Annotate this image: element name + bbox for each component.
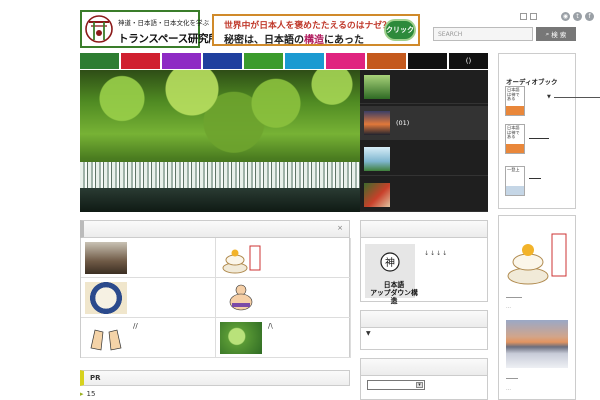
book-band <box>506 144 524 153</box>
clapping-hands-icon <box>90 329 122 351</box>
thumb-label: (01) <box>396 119 410 127</box>
divider <box>529 138 549 139</box>
sunrise-photo[interactable] <box>506 320 568 368</box>
kami-label: 日本語 アップダウン構造 <box>368 281 420 305</box>
sumo-wrestler-icon <box>229 284 253 311</box>
slider-thumb[interactable] <box>360 142 488 176</box>
kami-label-line2: アップダウン構造 <box>370 289 418 306</box>
widget-header <box>360 220 488 238</box>
nav-item[interactable] <box>326 53 365 69</box>
triangle-down-icon: ▼ <box>547 94 551 100</box>
grid-item-text: // <box>133 322 138 330</box>
twitter-icon[interactable]: t <box>573 12 582 21</box>
archive-select[interactable]: ▾ <box>367 380 425 390</box>
nav-item[interactable] <box>244 53 283 69</box>
widget-header <box>360 358 488 376</box>
widget-header <box>360 310 488 328</box>
category-nav: () <box>80 53 488 69</box>
grid-item[interactable] <box>216 278 351 318</box>
pr-list-item[interactable]: ▸ 15 <box>80 390 95 398</box>
divider <box>506 297 522 298</box>
banner-subline: 秘密は、日本語の構造にあった <box>224 31 364 46</box>
thumb-sky-image <box>364 147 390 171</box>
thumb-forest-image <box>364 75 390 99</box>
book-title: 日本語は神である <box>507 125 520 140</box>
promo-banner[interactable]: 世界中が日本人を褒めたたえるのはナゼ？ 秘密は、日本語の構造にあった クリック <box>212 14 420 46</box>
slider-thumb[interactable]: (01) <box>360 106 488 140</box>
search-input[interactable]: SEARCH <box>433 27 533 41</box>
audiobook-cover[interactable]: 日本語は神である <box>505 124 525 154</box>
thumb-sunset-image <box>364 111 390 135</box>
header-icons: ◉ t f <box>520 12 594 21</box>
waterfall <box>80 162 360 188</box>
search-button[interactable]: ⌕ 検 索 <box>536 27 576 41</box>
audiobook-cover[interactable]: 日本語は神である <box>505 86 525 116</box>
banner-headline: 世界中が日本人を褒めたたえるのはナゼ？ <box>224 21 391 31</box>
green-leaf-image <box>220 322 262 354</box>
pointer-line <box>554 97 600 98</box>
banner-subline-a: 秘密は、日本語の <box>224 35 304 46</box>
article-grid: // /\ <box>80 238 351 358</box>
list-widget <box>360 328 488 350</box>
pr-section-title: PR <box>80 370 350 386</box>
pr-item-text: 15 <box>86 390 96 398</box>
audiobook-cover[interactable]: 一登上 <box>505 166 525 196</box>
site-logo[interactable]: 神道・日本語・日本文化を学ぶ トランスペース研究所 <box>80 10 219 48</box>
book-band <box>506 186 524 195</box>
slider-thumbnails: (01) <box>360 70 488 212</box>
header-small-box-icon[interactable] <box>530 13 537 20</box>
close-icon[interactable]: × <box>337 224 343 232</box>
nav-item[interactable] <box>121 53 160 69</box>
nav-item[interactable] <box>408 53 447 69</box>
arrow-right-icon: ▸ <box>80 390 84 398</box>
banner-click-button[interactable]: クリック <box>384 19 416 41</box>
down-arrows: ↓↓↓↓ <box>424 250 449 257</box>
grid-item[interactable] <box>81 278 216 318</box>
banner-subline-b: にあった <box>324 35 364 46</box>
nav-item[interactable] <box>367 53 406 69</box>
kami-label-line1: 日本語 <box>383 281 405 289</box>
nav-item[interactable] <box>203 53 242 69</box>
nav-item[interactable] <box>80 53 119 69</box>
grid-item[interactable]: // <box>81 318 216 358</box>
calligraphy-image <box>85 282 127 314</box>
slider-thumb[interactable] <box>360 70 488 104</box>
grid-item[interactable] <box>216 238 351 278</box>
book-title: 日本語は神である <box>507 87 520 102</box>
slider-thumb[interactable] <box>360 178 488 212</box>
rss-icon[interactable]: ◉ <box>561 12 570 21</box>
search-button-label: 検 索 <box>551 31 567 39</box>
audiobook-title: オーディオブック <box>506 78 558 86</box>
divider <box>529 178 541 179</box>
grid-item-text: /\ <box>268 322 273 330</box>
kami-char: 神 <box>385 256 395 269</box>
grid-item[interactable] <box>81 238 216 278</box>
nav-item[interactable]: () <box>449 53 488 69</box>
bullet: … <box>506 304 511 310</box>
nav-item[interactable] <box>162 53 201 69</box>
shrine-logo-icon <box>85 15 113 43</box>
chevron-down-icon: ▾ <box>416 382 423 388</box>
bullet: … <box>506 386 511 392</box>
featured-slider-image[interactable] <box>80 70 360 212</box>
kagami-mochi-icon <box>222 245 261 274</box>
kagami-mochi-icon <box>507 233 567 285</box>
divider <box>506 378 518 379</box>
logo-tagline: 神道・日本語・日本文化を学ぶ <box>118 19 209 27</box>
campfire-image <box>85 242 127 274</box>
search-icon: ⌕ <box>545 29 550 38</box>
book-band <box>506 106 524 115</box>
book-title: 一登上 <box>507 167 520 172</box>
banner-subline-highlight: 構造 <box>304 35 324 46</box>
widget-header: × <box>80 220 350 238</box>
logo-name: トランスペース研究所 <box>118 33 219 45</box>
facebook-icon[interactable]: f <box>585 12 594 21</box>
grid-item[interactable]: /\ <box>216 318 351 358</box>
waterfall-pool <box>80 188 360 212</box>
thumb-autumn-image <box>364 183 390 207</box>
header-small-box-icon[interactable] <box>520 13 527 20</box>
nav-item[interactable] <box>285 53 324 69</box>
forest-canopy <box>80 70 360 165</box>
triangle-down-icon[interactable]: ▼ <box>366 330 371 337</box>
